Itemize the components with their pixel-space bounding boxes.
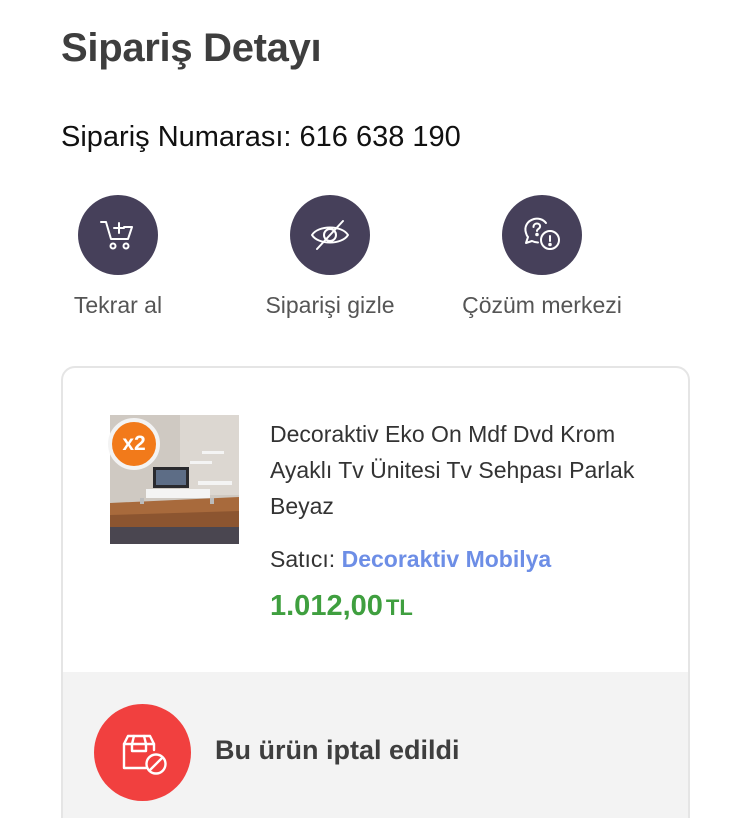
status-icon-circle <box>94 704 191 801</box>
seller-label: Satıcı: <box>270 546 336 572</box>
status-bar: Bu ürün iptal edildi <box>63 672 688 818</box>
hide-order-action[interactable]: Siparişi gizle <box>235 195 425 319</box>
cart-plus-icon <box>100 221 133 250</box>
hide-order-label: Siparişi gizle <box>265 292 395 318</box>
solution-center-action[interactable]: Çözüm merkezi <box>447 195 637 319</box>
seller-link[interactable]: Decoraktiv Mobilya <box>342 546 552 572</box>
order-item-card: x2 Decoraktiv Eko On Mdf Dvd Krom Ayaklı… <box>61 366 690 818</box>
price-amount: 1.012,00 <box>270 590 383 622</box>
buy-again-action[interactable]: Tekrar al <box>23 195 213 319</box>
eye-off-icon <box>311 220 349 250</box>
buy-again-label: Tekrar al <box>73 292 163 318</box>
product-name[interactable]: Decoraktiv Eko On Mdf Dvd Krom Ayaklı Tv… <box>270 416 650 524</box>
help-chat-icon <box>524 217 560 250</box>
product-price: 1.012,00 TL <box>270 590 413 623</box>
solution-center-label: Çözüm merkezi <box>462 292 622 318</box>
solution-center-button[interactable] <box>502 195 582 275</box>
cancelled-box-icon <box>122 734 167 775</box>
price-currency: TL <box>385 595 413 620</box>
status-text: Bu ürün iptal edildi <box>215 735 460 765</box>
order-number: Sipariş Numarası: 616 638 190 <box>61 121 461 153</box>
seller-info: Satıcı: Decoraktiv Mobilya <box>270 546 551 573</box>
hide-order-button[interactable] <box>290 195 370 275</box>
page-title: Sipariş Detayı <box>61 26 322 70</box>
quantity-badge: x2 <box>108 418 160 470</box>
buy-again-button[interactable] <box>78 195 158 275</box>
